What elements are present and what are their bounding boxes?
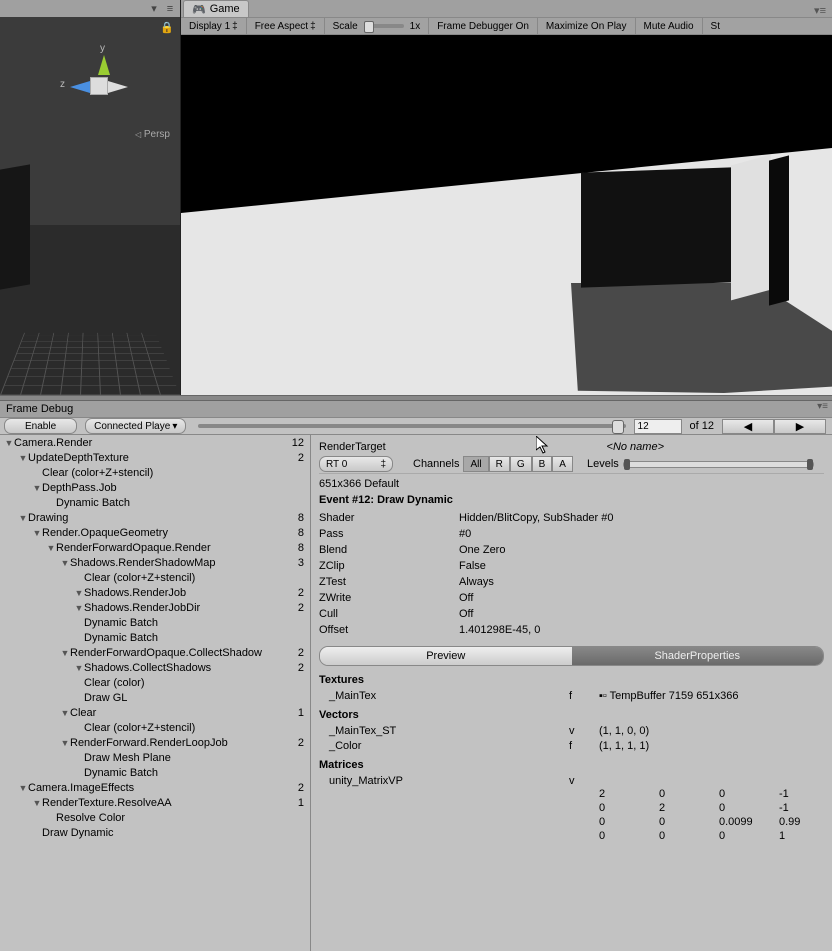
tree-row[interactable]: Draw Dynamic — [0, 825, 310, 840]
enable-button[interactable]: Enable — [4, 418, 77, 434]
resolution-text: 651x366 Default — [319, 478, 824, 490]
tree-row[interactable]: ▼RenderForwardOpaque.CollectShadow2 — [0, 645, 310, 660]
channel-g[interactable]: G — [510, 456, 532, 472]
tree-row[interactable]: ▼Drawing8 — [0, 510, 310, 525]
maximize-toggle[interactable]: Maximize On Play — [538, 18, 636, 34]
frame-debugger-toggle[interactable]: Frame Debugger On — [429, 18, 538, 34]
tree-row[interactable]: Clear (color+Z+stencil) — [0, 570, 310, 585]
game-panel: 🎮 Game ▾≡ Display 1 ‡ Free Aspect ‡ Scal… — [181, 0, 832, 395]
matrix-type: v — [569, 775, 599, 787]
levels-label: Levels — [587, 458, 619, 470]
tree-row[interactable]: ▼DepthPass.Job — [0, 480, 310, 495]
detail-row: ZClipFalse — [319, 558, 824, 574]
detail-row: Pass#0 — [319, 526, 824, 542]
event-total: of 12 — [682, 420, 722, 432]
tree-row[interactable]: Dynamic Batch — [0, 765, 310, 780]
tree-row[interactable]: Clear (color+Z+stencil) — [0, 720, 310, 735]
game-icon: 🎮 — [192, 3, 206, 16]
scene-dropdown-icon[interactable]: ▾ — [148, 3, 160, 15]
tab-game[interactable]: 🎮 Game — [183, 0, 249, 17]
orientation-gizmo[interactable]: y z — [60, 47, 140, 127]
panel-menu-icon[interactable]: ▾≡ — [817, 401, 828, 412]
scale-slider[interactable]: Scale 1x — [325, 18, 430, 34]
stats-toggle[interactable]: St — [703, 18, 728, 34]
detail-row: ShaderHidden/BlitCopy, SubShader #0 — [319, 510, 824, 526]
axis-z-label: z — [60, 79, 65, 90]
tree-row[interactable]: Resolve Color — [0, 810, 310, 825]
next-event-button[interactable]: ▶ — [774, 419, 826, 434]
prev-event-button[interactable]: ◀ — [722, 419, 774, 434]
tree-row[interactable]: ▼ Shadows.RenderJobDir2 — [0, 600, 310, 615]
axis-y-label: y — [100, 43, 105, 54]
channels-label: Channels — [413, 458, 459, 470]
drawcall-detail: RenderTarget <No name> RT 0 ‡ Channels A… — [311, 435, 832, 951]
tree-row[interactable]: ▼Shadows.RenderShadowMap3 — [0, 555, 310, 570]
preview-tab[interactable]: Preview — [320, 647, 572, 665]
detail-row: ZTestAlways — [319, 574, 824, 590]
game-view[interactable] — [181, 35, 832, 395]
tree-row[interactable]: Dynamic Batch — [0, 495, 310, 510]
tree-row[interactable]: ▼Shadows.RenderJob2 — [0, 585, 310, 600]
levels-slider[interactable] — [623, 461, 814, 468]
property-row: _Colorf(1, 1, 1, 1) — [319, 738, 824, 753]
shaderproperties-tab[interactable]: ShaderProperties — [572, 647, 824, 665]
drawcall-tree[interactable]: ▼Camera.Render12▼UpdateDepthTexture2Clea… — [0, 435, 311, 951]
aspect-select[interactable]: Free Aspect ‡ — [247, 18, 325, 34]
tree-row[interactable]: Draw Mesh Plane — [0, 750, 310, 765]
lock-icon[interactable]: 🔒 — [160, 21, 174, 34]
tree-row[interactable]: ▼Shadows.CollectShadows2 — [0, 660, 310, 675]
scene-view[interactable]: y z 🔒 ◁ Persp — [0, 17, 180, 395]
tree-row[interactable]: ▼Camera.ImageEffects2 — [0, 780, 310, 795]
event-slider[interactable] — [198, 424, 625, 428]
game-tabbar: 🎮 Game ▾≡ — [181, 0, 832, 18]
event-title: Event #12: Draw Dynamic — [319, 494, 824, 506]
channel-all[interactable]: All — [463, 456, 488, 472]
tree-row[interactable]: Draw GL — [0, 690, 310, 705]
channel-r[interactable]: R — [489, 456, 510, 472]
tree-row[interactable]: ▼RenderTexture.ResolveAA1 — [0, 795, 310, 810]
matrix-values: 200-1020-1000.00990.990001 — [599, 788, 824, 844]
frame-debug-panel: Frame Debug ▾≡ Enable Connected Playe▾ o… — [0, 401, 832, 951]
property-row: _MainTex_STv(1, 1, 0, 0) — [319, 723, 824, 738]
matrix-name: unity_MatrixVP — [319, 775, 569, 787]
event-index-input[interactable] — [634, 419, 682, 434]
vectors-header: Vectors — [319, 709, 824, 721]
frame-debug-title: Frame Debug — [6, 403, 73, 415]
channel-b[interactable]: B — [532, 456, 553, 472]
tree-row[interactable]: ▼Clear1 — [0, 705, 310, 720]
rt-select[interactable]: RT 0 ‡ — [319, 456, 393, 472]
tree-row[interactable]: ▼Camera.Render12 — [0, 435, 310, 450]
mute-toggle[interactable]: Mute Audio — [636, 18, 703, 34]
target-select[interactable]: Connected Playe▾ — [85, 418, 186, 434]
render-target-value: <No name> — [607, 441, 664, 453]
tab-game-label: Game — [210, 3, 240, 15]
display-select[interactable]: Display 1 ‡ — [181, 18, 247, 34]
matrices-header: Matrices — [319, 759, 824, 771]
detail-row: ZWriteOff — [319, 590, 824, 606]
tree-row[interactable]: Dynamic Batch — [0, 615, 310, 630]
detail-row: BlendOne Zero — [319, 542, 824, 558]
scene-panel: ▾ ≡ y z 🔒 ◁ Persp — [0, 0, 181, 395]
tree-row[interactable]: Clear (color) — [0, 675, 310, 690]
detail-row: Offset1.401298E-45, 0 — [319, 622, 824, 638]
projection-label[interactable]: ◁ Persp — [135, 129, 170, 140]
tree-row[interactable]: ▼Render.OpaqueGeometry8 — [0, 525, 310, 540]
tree-row[interactable]: Dynamic Batch — [0, 630, 310, 645]
channel-a[interactable]: A — [552, 456, 573, 472]
tree-row[interactable]: ▼RenderForward.RenderLoopJob2 — [0, 735, 310, 750]
detail-row: CullOff — [319, 606, 824, 622]
property-row: _MainTexf▪▫ TempBuffer 7159 651x366 — [319, 688, 824, 703]
scene-menu-icon[interactable]: ≡ — [164, 3, 176, 15]
game-toolbar: Display 1 ‡ Free Aspect ‡ Scale 1x Frame… — [181, 18, 832, 35]
panel-menu-icon[interactable]: ▾≡ — [808, 4, 832, 17]
tree-row[interactable]: ▼RenderForwardOpaque.Render8 — [0, 540, 310, 555]
tree-row[interactable]: ▼UpdateDepthTexture2 — [0, 450, 310, 465]
tree-row[interactable]: Clear (color+Z+stencil) — [0, 465, 310, 480]
render-target-label: RenderTarget — [319, 441, 386, 453]
textures-header: Textures — [319, 674, 824, 686]
